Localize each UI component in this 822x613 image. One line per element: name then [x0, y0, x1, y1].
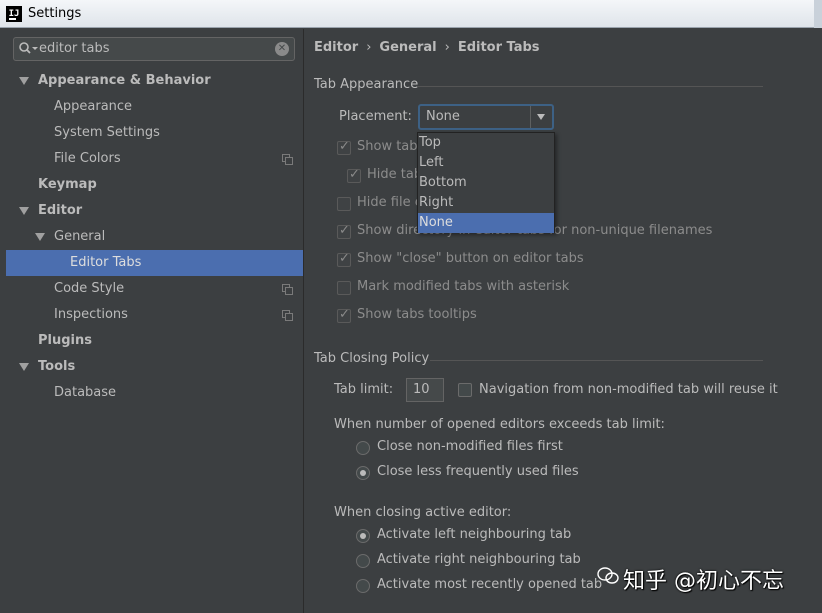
project-level-icon	[282, 284, 293, 295]
settings-search-field[interactable]: editor tabs ✕	[13, 37, 295, 61]
window-title: Settings	[28, 6, 82, 21]
tree-item-database[interactable]: Database	[0, 380, 303, 406]
settings-sidebar: editor tabs ✕ Appearance & Behavior Appe…	[0, 29, 304, 613]
search-input-value[interactable]: editor tabs	[39, 41, 109, 56]
tab-limit-value[interactable]: 10	[413, 382, 430, 397]
breadcrumb-editor[interactable]: Editor	[314, 40, 358, 55]
tree-item-general[interactable]: General	[0, 224, 303, 250]
expand-arrow-icon[interactable]	[19, 207, 29, 215]
tree-item-editor-tabs[interactable]: Editor Tabs	[6, 250, 303, 276]
section-divider	[430, 360, 763, 361]
tree-item-system-settings[interactable]: System Settings	[0, 120, 303, 146]
placement-label: Placement:	[339, 109, 412, 124]
placement-selected-value[interactable]: None	[426, 109, 460, 124]
tab-appearance-title: Tab Appearance	[314, 77, 419, 92]
window-controls-edge	[814, 0, 822, 28]
tree-item-keymap[interactable]: Keymap	[0, 172, 303, 198]
chevron-down-icon[interactable]	[530, 106, 552, 128]
placement-option-left[interactable]: Left	[418, 153, 554, 173]
tab-limit-label: Tab limit:	[334, 382, 394, 397]
close-non-modified-radio[interactable]	[356, 441, 370, 455]
tree-item-appearance-behavior[interactable]: Appearance & Behavior	[0, 68, 303, 94]
reuse-tab-label: Navigation from non-modified tab will re…	[479, 382, 778, 397]
breadcrumb-separator: ›	[444, 40, 450, 55]
hide-file-extension-checkbox[interactable]	[337, 197, 351, 211]
title-bar: IJ Settings	[0, 0, 822, 28]
show-close-button-checkbox[interactable]: ✓	[337, 251, 351, 267]
tab-limit-input[interactable]: 10	[406, 378, 444, 402]
section-divider	[417, 86, 763, 87]
hide-file-extension-label: Hide file e	[357, 195, 423, 210]
breadcrumb: Editor › General › Editor Tabs	[314, 40, 540, 55]
intellij-app-icon: IJ	[6, 6, 22, 22]
tree-item-tools[interactable]: Tools	[0, 354, 303, 380]
show-tabs-label: Show tab	[357, 139, 418, 154]
tree-item-inspections[interactable]: Inspections	[0, 302, 303, 328]
watermark: 知乎 @初心不忘	[597, 563, 807, 594]
close-non-modified-label: Close non-modified files first	[377, 439, 563, 454]
activate-right-label: Activate right neighbouring tab	[377, 552, 581, 567]
hide-tabs-label: Hide tab	[367, 167, 423, 182]
placement-option-bottom[interactable]: Bottom	[418, 173, 554, 193]
tree-item-code-style[interactable]: Code Style	[0, 276, 303, 302]
mark-modified-checkbox[interactable]	[337, 281, 351, 295]
show-directory-checkbox[interactable]: ✓	[337, 223, 351, 239]
tree-item-file-colors[interactable]: File Colors	[0, 146, 303, 172]
placement-dropdown-list[interactable]: Top Left Bottom Right None	[417, 132, 555, 233]
mark-modified-label: Mark modified tabs with asterisk	[357, 279, 570, 294]
watermark-text: 知乎 @初心不忘	[623, 569, 784, 594]
placement-option-top[interactable]: Top	[418, 133, 554, 153]
tab-closing-policy-title: Tab Closing Policy	[314, 351, 430, 366]
placement-option-right[interactable]: Right	[418, 193, 554, 213]
clear-search-icon[interactable]: ✕	[275, 42, 289, 56]
close-less-frequent-radio[interactable]	[356, 466, 370, 480]
breadcrumb-editor-tabs: Editor Tabs	[457, 40, 540, 55]
close-less-frequent-label: Close less frequently used files	[377, 464, 579, 479]
reuse-tab-checkbox[interactable]	[458, 383, 472, 397]
tree-item-appearance[interactable]: Appearance	[0, 94, 303, 120]
show-tabs-checkbox[interactable]: ✓	[337, 139, 351, 155]
hide-tabs-checkbox[interactable]: ✓	[347, 167, 361, 183]
activate-left-label: Activate left neighbouring tab	[377, 527, 572, 542]
expand-arrow-icon[interactable]	[35, 233, 45, 241]
expand-arrow-icon[interactable]	[19, 363, 29, 371]
breadcrumb-general[interactable]: General	[379, 40, 436, 55]
tree-item-editor[interactable]: Editor	[0, 198, 303, 224]
show-tooltips-label: Show tabs tooltips	[357, 307, 477, 322]
project-level-icon	[282, 310, 293, 321]
tree-item-plugins[interactable]: Plugins	[0, 328, 303, 354]
wechat-logo-icon	[597, 567, 619, 584]
activate-recent-radio[interactable]	[356, 579, 370, 593]
show-close-button-label: Show "close" button on editor tabs	[357, 251, 584, 266]
placement-combobox[interactable]: None	[418, 104, 554, 130]
activate-right-radio[interactable]	[356, 554, 370, 568]
breadcrumb-separator: ›	[366, 40, 372, 55]
activate-left-radio[interactable]	[356, 529, 370, 543]
show-tooltips-checkbox[interactable]: ✓	[337, 307, 351, 323]
project-level-icon	[282, 154, 293, 165]
exceeds-limit-label: When number of opened editors exceeds ta…	[334, 417, 665, 432]
placement-option-none[interactable]: None	[418, 213, 554, 233]
closing-active-editor-label: When closing active editor:	[334, 505, 512, 520]
activate-recent-label: Activate most recently opened tab	[377, 577, 603, 592]
expand-arrow-icon[interactable]	[19, 77, 29, 85]
settings-content-panel: Editor › General › Editor Tabs Tab Appearanc…	[305, 29, 822, 613]
